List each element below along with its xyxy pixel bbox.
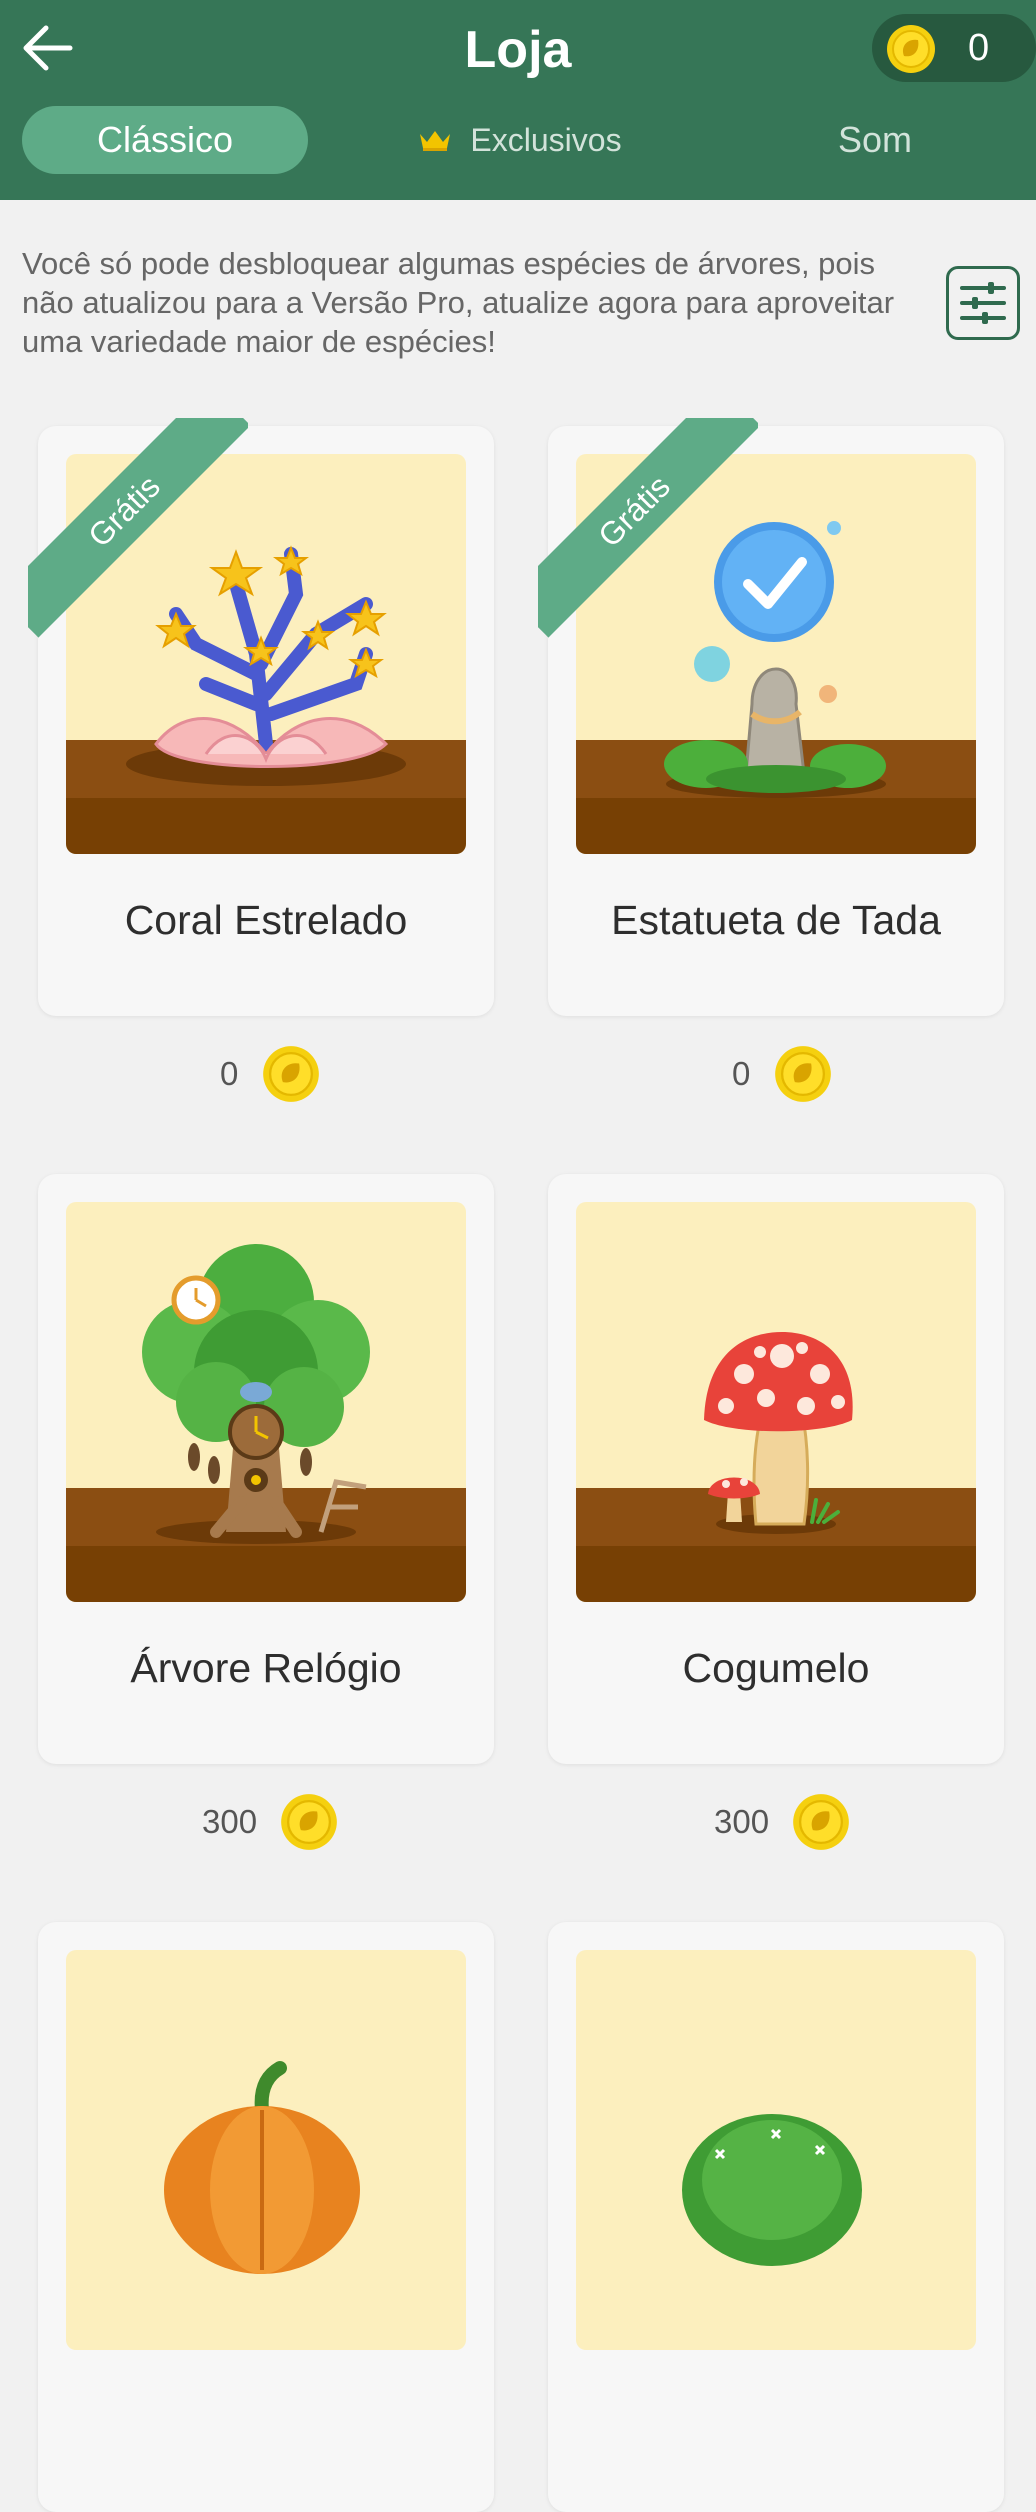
- pumpkin-icon: [164, 2061, 360, 2274]
- coin-icon: [774, 1046, 831, 1103]
- coin-icon: [887, 25, 935, 73]
- tada-statue-icon: [664, 521, 886, 798]
- tab-label: Som: [837, 119, 913, 160]
- coin-icon: [262, 1046, 319, 1103]
- starry-coral-icon: [126, 545, 406, 786]
- item-card-pumpkin[interactable]: [38, 1922, 494, 2512]
- item-art: [576, 454, 976, 854]
- item-name: Árvore Relógio: [130, 1645, 402, 1691]
- price-value: 0: [732, 1055, 751, 1093]
- filter-button[interactable]: [946, 266, 1020, 340]
- coin-icon: [281, 1794, 338, 1851]
- sliders-icon: [960, 282, 1006, 324]
- item-name: Cogumelo: [682, 1645, 870, 1691]
- item-price: 0: [220, 1042, 320, 1103]
- pro-upgrade-notice: Você só pode desbloquear algumas espécie…: [22, 246, 895, 359]
- clock-tree-icon: [142, 1244, 370, 1544]
- item-art: [576, 1950, 976, 2350]
- coin-balance[interactable]: 0: [872, 14, 1036, 82]
- item-name: Coral Estrelado: [124, 897, 408, 943]
- app-header: Loja 0 Clássico Exclusivos Som: [0, 0, 1036, 200]
- item-card-green-bush[interactable]: [548, 1922, 1004, 2512]
- mushroom-icon: [704, 1332, 853, 1534]
- tab-label: Exclusivos: [470, 122, 622, 158]
- item-art: [576, 1202, 976, 1602]
- price-value: 0: [220, 1055, 239, 1093]
- item-card-cogumelo[interactable]: Cogumelo: [548, 1174, 1004, 1764]
- green-bush-icon: [682, 2114, 862, 2266]
- item-card-arvore-relogio[interactable]: Árvore Relógio: [38, 1174, 494, 1764]
- tab-classico[interactable]: Clássico: [22, 106, 308, 174]
- coin-count: 0: [968, 27, 990, 69]
- item-name: Estatueta de Tada: [611, 897, 941, 943]
- item-art: [66, 454, 466, 854]
- item-art: [66, 1950, 466, 2350]
- item-price: 300: [202, 1790, 338, 1851]
- item-price: 300: [714, 1790, 850, 1851]
- tab-label: Clássico: [96, 119, 234, 160]
- price-value: 300: [202, 1803, 258, 1841]
- coin-icon: [793, 1794, 850, 1851]
- item-art: [66, 1202, 466, 1602]
- tab-som[interactable]: Som: [790, 106, 960, 174]
- item-price: 0: [732, 1042, 832, 1103]
- price-value: 300: [714, 1803, 770, 1841]
- crown-icon: [420, 130, 451, 151]
- item-card-coral-estrelado[interactable]: Grátis Coral Estrelado: [28, 418, 494, 1016]
- tab-exclusivos[interactable]: Exclusivos: [400, 106, 640, 174]
- item-card-estatueta-de-tada[interactable]: Grátis Estatueta de Tada: [538, 418, 1004, 1016]
